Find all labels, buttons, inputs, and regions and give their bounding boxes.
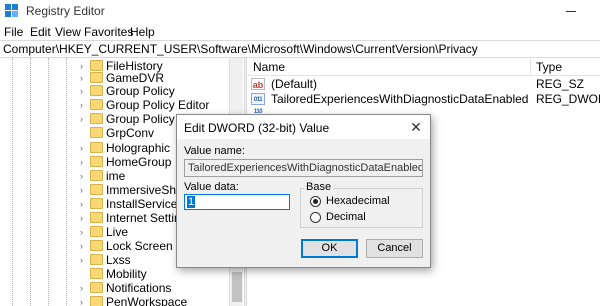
chevron-right-icon[interactable]: › xyxy=(80,157,88,167)
folder-icon xyxy=(90,156,103,167)
value-row-tailored-experiences[interactable]: 011 110 TailoredExperiencesWithDiagnosti… xyxy=(247,91,600,115)
folder-icon xyxy=(90,282,103,293)
menu-bar: File Edit View Favorites Help xyxy=(0,22,600,40)
value-type: REG_DWORD xyxy=(536,92,600,106)
tree-item-label: ime xyxy=(106,169,126,183)
window-title: Registry Editor xyxy=(26,4,105,18)
tree-item-label: GrpConv xyxy=(106,126,155,140)
dword-value-icon: 011 110 xyxy=(251,93,265,115)
column-name-header[interactable]: Name xyxy=(253,60,285,74)
tree-item-label: HomeGroup xyxy=(106,155,172,169)
chevron-right-icon[interactable]: › xyxy=(80,283,88,293)
menu-file[interactable]: File xyxy=(4,25,23,39)
chevron-right-icon[interactable]: › xyxy=(80,171,88,181)
tree-item-label: Group Policy xyxy=(106,84,175,98)
tree-item-label: PenWorkspace xyxy=(106,295,188,306)
chevron-right-icon[interactable]: › xyxy=(80,241,88,251)
tree-item-penworkspace[interactable]: › PenWorkspace xyxy=(80,294,230,306)
close-icon[interactable]: ✕ xyxy=(409,120,423,134)
folder-icon xyxy=(90,226,103,237)
tree-item-label: Live xyxy=(106,225,129,239)
chevron-right-icon[interactable]: › xyxy=(80,297,88,306)
chevron-right-icon[interactable]: › xyxy=(80,213,88,223)
tree-item-label: InstallService xyxy=(106,197,178,211)
tree-item-label: Mobility xyxy=(106,267,147,281)
folder-icon xyxy=(90,85,103,96)
value-data-input[interactable]: 1 xyxy=(184,194,290,210)
column-separator[interactable] xyxy=(530,58,531,76)
folder-icon xyxy=(90,113,103,124)
tree-guide-line xyxy=(30,58,31,306)
decimal-radio[interactable] xyxy=(310,212,321,223)
folder-icon xyxy=(90,142,103,153)
hexadecimal-radio[interactable] xyxy=(310,196,321,207)
tree-item-label: Notifications xyxy=(106,281,172,295)
folder-icon xyxy=(90,254,103,265)
value-name-field: TailoredExperiencesWithDiagnosticDataEna… xyxy=(184,159,423,177)
folder-icon xyxy=(90,296,103,306)
folder-icon xyxy=(90,240,103,251)
value-data-text: 1 xyxy=(187,196,196,208)
chevron-right-icon[interactable]: › xyxy=(80,227,88,237)
folder-icon xyxy=(90,212,103,223)
base-label: Base xyxy=(304,181,334,193)
cancel-button[interactable]: Cancel xyxy=(366,239,423,258)
menu-favorites[interactable]: Favorites xyxy=(84,25,133,39)
chevron-right-icon[interactable]: › xyxy=(80,199,88,209)
tree-item-label: Group Policy Editor xyxy=(106,98,210,112)
registry-editor-icon xyxy=(5,4,19,18)
tree-guide-line xyxy=(66,58,67,306)
chevron-right-icon[interactable]: › xyxy=(80,143,88,153)
scrollbar-thumb[interactable] xyxy=(232,272,242,302)
value-name: TailoredExperiencesWithDiagnosticDataEna… xyxy=(271,92,529,106)
tree-guide-line xyxy=(12,58,13,306)
tree-item-label: Lock Screen xyxy=(106,239,173,253)
value-name: (Default) xyxy=(271,77,318,91)
value-name-label: Value name: xyxy=(184,145,245,157)
folder-icon xyxy=(90,184,103,195)
address-bar[interactable]: Computer\HKEY_CURRENT_USER\Software\Micr… xyxy=(0,40,600,58)
value-data-label: Value data: xyxy=(184,181,239,193)
folder-icon xyxy=(90,72,103,83)
folder-icon xyxy=(90,198,103,209)
chevron-right-icon[interactable]: › xyxy=(80,114,88,124)
tree-guide-line xyxy=(48,58,49,306)
hexadecimal-label[interactable]: Hexadecimal xyxy=(326,195,390,207)
chevron-right-icon[interactable]: › xyxy=(80,86,88,96)
menu-view[interactable]: View xyxy=(55,25,81,39)
string-value-icon: ab xyxy=(251,78,265,90)
chevron-right-icon[interactable]: › xyxy=(80,100,88,110)
folder-icon xyxy=(90,268,103,279)
ok-button[interactable]: OK xyxy=(301,239,358,258)
edit-dword-dialog: Edit DWORD (32-bit) Value ✕ Value name: … xyxy=(176,114,431,268)
dialog-title-bar: Edit DWORD (32-bit) Value ✕ xyxy=(177,115,430,139)
menu-edit[interactable]: Edit xyxy=(30,25,51,39)
folder-icon xyxy=(90,127,103,138)
title-bar: Registry Editor xyxy=(0,0,600,22)
values-list-header: Name Type xyxy=(247,58,600,76)
column-type-header[interactable]: Type xyxy=(536,60,562,74)
tree-item-label: Holographic xyxy=(106,141,171,155)
chevron-right-icon[interactable]: › xyxy=(80,255,88,265)
decimal-label[interactable]: Decimal xyxy=(326,211,366,223)
value-type: REG_SZ xyxy=(536,77,585,91)
chevron-right-icon[interactable]: › xyxy=(80,73,88,83)
minimize-button[interactable] xyxy=(557,4,585,18)
dialog-title: Edit DWORD (32-bit) Value xyxy=(184,121,330,135)
menu-help[interactable]: Help xyxy=(130,25,155,39)
tree-item-label: Lxss xyxy=(106,253,131,267)
folder-icon xyxy=(90,99,103,110)
chevron-right-icon[interactable]: › xyxy=(80,185,88,195)
folder-icon xyxy=(90,170,103,181)
value-row-default[interactable]: ab (Default) REG_SZ xyxy=(247,76,600,92)
